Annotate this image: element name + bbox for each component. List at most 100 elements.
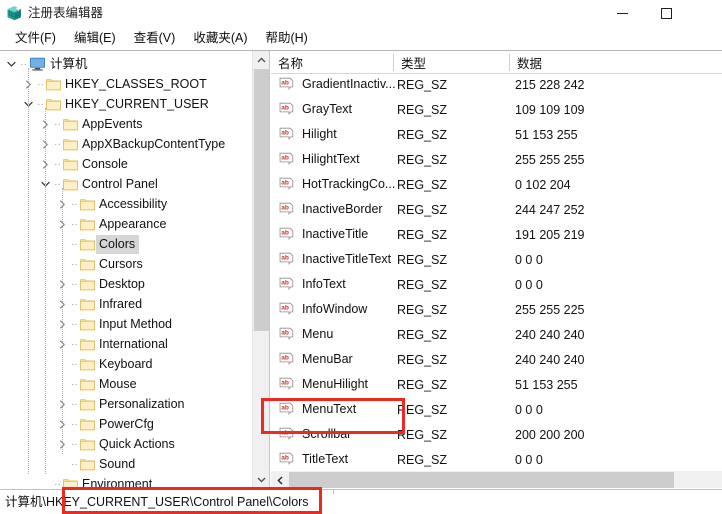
table-row[interactable]: ab HotTrackingCo... REG_SZ 0 102 204	[271, 172, 722, 197]
tree-item-mouse[interactable]: ·· Mouse	[55, 374, 141, 394]
registry-tree[interactable]: ·· 计算机 ·· HKEY_CLASSES_ROOT ·· HKEY_CURRENT_U…	[0, 51, 252, 488]
string-value-icon: ab	[279, 152, 294, 167]
tree-connector: ··	[71, 238, 78, 250]
tree-item-label: Colors	[96, 234, 140, 254]
menu-help[interactable]: 帮助(H)	[256, 28, 316, 49]
main-content: ·· 计算机 ·· HKEY_CLASSES_ROOT ·· HKEY_CURRENT_U…	[0, 50, 722, 488]
table-row[interactable]: ab InfoText REG_SZ 0 0 0	[271, 272, 722, 297]
tree-connector: ··	[71, 338, 78, 350]
table-row[interactable]: ab GradientInactiv... REG_SZ 215 228 242	[271, 72, 722, 97]
scroll-left-button[interactable]	[271, 471, 288, 488]
column-header-type[interactable]: 类型	[394, 51, 509, 74]
cell-name: Hilight	[302, 127, 337, 141]
cell-name: Scrollbar	[302, 427, 352, 441]
cell-type: REG_SZ	[397, 177, 448, 192]
tree-scrollbar-thumb[interactable]	[254, 69, 269, 331]
cell-type: REG_SZ	[397, 102, 448, 117]
tree-item-accessibility[interactable]: ·· Accessibility	[55, 194, 171, 214]
expand-toggle-open[interactable]	[4, 54, 19, 74]
folder-icon	[79, 294, 96, 314]
list-header: 名称 类型 数据	[271, 51, 722, 74]
menu-view[interactable]: 查看(V)	[125, 28, 185, 49]
cell-name: MenuText	[302, 402, 357, 416]
tree-vertical-scrollbar[interactable]	[252, 51, 269, 488]
table-row[interactable]: ab InactiveTitle REG_SZ 191 205 219	[271, 222, 722, 247]
tree-connector: ··	[54, 138, 61, 150]
folder-icon	[62, 174, 79, 194]
svg-text:ab: ab	[281, 280, 289, 287]
tree-item-control-panel[interactable]: ·· Control Panel	[38, 174, 162, 194]
registry-values-pane[interactable]: 名称 类型 数据 ab GradientInactiv... REG_SZ 215 2…	[271, 51, 722, 488]
tree-item-appearance[interactable]: ·· Appearance	[55, 214, 170, 234]
tree-connector: ··	[37, 78, 44, 90]
scroll-down-button[interactable]	[253, 471, 269, 488]
registry-values-list[interactable]: ab GradientInactiv... REG_SZ 215 228 242 ab G…	[271, 72, 722, 488]
tree-item-international[interactable]: ·· International	[55, 334, 172, 354]
menu-file[interactable]: 文件(F)	[6, 28, 65, 49]
tree-item-sound[interactable]: ·· Sound	[55, 454, 139, 474]
cell-data: 0 0 0	[515, 402, 543, 417]
tree-item-appxbackupcontenttype[interactable]: ·· AppXBackupContentType	[38, 134, 229, 154]
table-row[interactable]: ab TitleText REG_SZ 0 0 0	[271, 447, 722, 472]
table-row[interactable]: ab MenuText REG_SZ 0 0 0	[271, 397, 722, 422]
table-row[interactable]: ab MenuHilight REG_SZ 51 153 255	[271, 372, 722, 397]
list-horizontal-scrollbar[interactable]	[271, 470, 722, 488]
cell-data: 244 247 252	[515, 202, 585, 217]
table-row[interactable]: ab InactiveBorder REG_SZ 244 247 252	[271, 197, 722, 222]
tree-item-[interactable]: ·· 计算机	[4, 54, 92, 74]
tree-item-cursors[interactable]: ·· Cursors	[55, 254, 147, 274]
table-row[interactable]: ab HilightText REG_SZ 255 255 255	[271, 147, 722, 172]
registry-tree-pane[interactable]: ·· 计算机 ·· HKEY_CLASSES_ROOT ·· HKEY_CURRENT_U…	[0, 51, 270, 488]
close-button[interactable]	[688, 0, 722, 26]
registry-editor-window: 注册表编辑器 文件(F) 编辑(E) 查看(V) 收藏夹(A) 帮助(H) ··…	[0, 0, 722, 514]
table-row[interactable]: ab GrayText REG_SZ 109 109 109	[271, 97, 722, 122]
tree-item-label: Accessibility	[99, 196, 168, 211]
cell-type: REG_SZ	[397, 452, 448, 467]
folder-icon	[80, 378, 95, 390]
folder-icon	[62, 474, 79, 488]
svg-text:ab: ab	[281, 430, 289, 437]
tree-item-colors[interactable]: ·· Colors	[55, 234, 140, 254]
tree-item-powercfg[interactable]: ·· PowerCfg	[55, 414, 158, 434]
table-row[interactable]: ab InfoWindow REG_SZ 255 255 225	[271, 297, 722, 322]
folder-icon	[45, 74, 62, 94]
list-scrollbar-thumb[interactable]	[289, 472, 674, 488]
tree-item-environment[interactable]: ·· Environment	[38, 474, 156, 488]
tree-item-input-method[interactable]: ·· Input Method	[55, 314, 176, 334]
menu-edit[interactable]: 编辑(E)	[65, 28, 125, 49]
folder-icon	[63, 178, 78, 190]
string-value-icon: ab	[279, 377, 294, 392]
tree-item-label: Desktop	[99, 276, 145, 291]
table-row[interactable]: ab Scrollbar REG_SZ 200 200 200	[271, 422, 722, 447]
tree-item-personalization[interactable]: ·· Personalization	[55, 394, 188, 414]
string-value-icon: ab	[279, 277, 294, 292]
tree-item-label: AppXBackupContentType	[82, 136, 226, 151]
cell-type: REG_SZ	[397, 327, 448, 342]
table-row[interactable]: ab Menu REG_SZ 240 240 240	[271, 322, 722, 347]
table-row[interactable]: ab MenuBar REG_SZ 240 240 240	[271, 347, 722, 372]
tree-item-infrared[interactable]: ·· Infrared	[55, 294, 146, 314]
maximize-button[interactable]	[644, 0, 688, 26]
tree-item-keyboard[interactable]: ·· Keyboard	[55, 354, 157, 374]
menu-favorites[interactable]: 收藏夹(A)	[184, 28, 256, 49]
column-header-name[interactable]: 名称	[271, 51, 393, 74]
cell-data: 51 153 255	[515, 127, 578, 142]
cell-type: REG_SZ	[397, 227, 448, 242]
table-row[interactable]: ab Hilight REG_SZ 51 153 255	[271, 122, 722, 147]
table-row[interactable]: ab InactiveTitleText REG_SZ 0 0 0	[271, 247, 722, 272]
minimize-button[interactable]	[600, 0, 644, 26]
tree-item-desktop[interactable]: ·· Desktop	[55, 274, 149, 294]
scroll-up-button[interactable]	[253, 51, 269, 68]
tree-item-console[interactable]: ·· Console	[38, 154, 132, 174]
tree-item-quick-actions[interactable]: ·· Quick Actions	[55, 434, 179, 454]
tree-item-hkey-classes-root[interactable]: ·· HKEY_CLASSES_ROOT	[21, 74, 211, 94]
column-header-data[interactable]: 数据	[510, 51, 722, 74]
tree-item-label: PowerCfg	[99, 416, 154, 431]
folder-icon	[80, 318, 95, 330]
folder-icon	[62, 154, 79, 174]
tree-item-appevents[interactable]: ·· AppEvents	[38, 114, 146, 134]
string-value-icon: ab	[279, 252, 294, 266]
tree-item-label: HKEY_CLASSES_ROOT	[65, 76, 207, 91]
tree-item-hkey-current-user[interactable]: ·· HKEY_CURRENT_USER	[21, 94, 213, 114]
cell-name: InactiveTitle	[302, 227, 369, 241]
